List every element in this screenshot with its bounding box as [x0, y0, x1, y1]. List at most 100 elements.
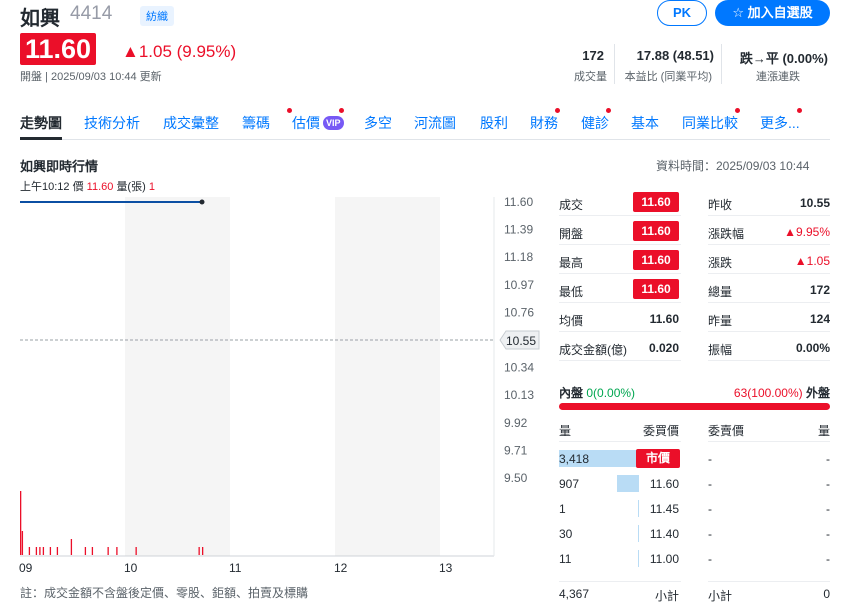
row-divider — [708, 215, 830, 216]
outer-value: 63(100.00%) — [733, 386, 803, 400]
x-tick-label: 11 — [229, 561, 242, 575]
volume-bar — [49, 547, 52, 555]
tab-trend[interactable]: 走勢圖 — [20, 113, 62, 133]
row-divider — [708, 581, 830, 582]
row-divider — [708, 441, 830, 442]
quote-value: 11.60 — [649, 312, 679, 326]
row-divider — [708, 244, 830, 245]
tab-technical[interactable]: 技術分析 — [84, 113, 140, 133]
volume-bar — [84, 547, 87, 555]
row-divider — [559, 215, 681, 216]
quote-value: 172 — [809, 283, 830, 297]
volume-bar — [116, 547, 118, 555]
row-divider — [708, 360, 830, 361]
hour-band — [230, 197, 335, 556]
reference-price-label: 10.55 — [506, 334, 536, 348]
price-latest-point — [199, 199, 205, 205]
quote-label: 漲跌幅 — [708, 227, 745, 241]
x-tick-label: 09 — [19, 561, 33, 575]
y-tick-label: 10.13 — [504, 388, 534, 402]
add-watchlist-button[interactable]: ☆ 加入自選股 — [715, 0, 830, 26]
ask-price: - — [708, 477, 712, 491]
volume-bar — [70, 539, 73, 555]
quote-value: 0.020 — [648, 341, 679, 355]
volume-bar — [39, 547, 41, 555]
outer-volume: 63(100.00%) 外盤 — [734, 384, 830, 401]
row-divider — [559, 302, 681, 303]
industry-badge[interactable]: 紡織 — [140, 6, 174, 26]
hour-band — [335, 197, 440, 556]
volume-bar — [20, 491, 22, 555]
quote-label: 振幅 — [708, 343, 733, 357]
tab-bar: 走勢圖 技術分析 成交彙整 籌碼 估價 VIP 多空 河流圖 股利 財務 健診 基… — [20, 106, 830, 140]
ask-price: - — [708, 527, 712, 541]
pe-label: 本益比 (同業平均) — [624, 71, 712, 83]
volume-bar — [202, 547, 204, 555]
bid-volume: 1 — [559, 502, 566, 516]
quote-label: 漲跌 — [708, 256, 733, 270]
intraday-chart[interactable]: 11.60 11.39 11.18 10.97 10.76 10.34 10.13 9.92 9… — [0, 185, 560, 580]
vip-badge: VIP — [323, 116, 344, 130]
x-tick-label: 10 — [124, 561, 138, 575]
quote-value-badge: 11.60 — [633, 221, 679, 241]
quote-label: 昨收 — [708, 198, 733, 212]
volume-bar — [91, 547, 94, 555]
bid-price: 11.60 — [649, 477, 679, 491]
volume-label: 成交量 — [574, 71, 607, 83]
tab-long-short[interactable]: 多空 — [364, 113, 392, 133]
notification-dot — [555, 108, 560, 113]
row-divider — [559, 441, 681, 442]
chart-title: 如興即時行情 — [20, 159, 99, 174]
y-tick-label: 9.50 — [504, 471, 528, 485]
y-tick-label: 11.60 — [504, 195, 533, 209]
bid-price: 11.00 — [649, 552, 679, 566]
ask-volume: - — [826, 452, 830, 466]
bid-price-header: 委買價 — [642, 424, 679, 438]
volume-bar — [107, 547, 109, 555]
volume-bar — [35, 547, 38, 555]
tab-health[interactable]: 健診 — [581, 113, 609, 133]
row-divider — [559, 331, 681, 332]
tab-basic[interactable]: 基本 — [631, 113, 659, 133]
bid-volume: 3,418 — [559, 452, 590, 466]
x-tick-label: 12 — [334, 561, 348, 575]
tab-dividend[interactable]: 股利 — [480, 113, 508, 133]
volume-value: 172 — [582, 48, 604, 63]
volume-bar — [56, 547, 59, 555]
bid-volume: 11 — [559, 552, 572, 566]
quote-label: 最低 — [559, 285, 584, 299]
tab-river[interactable]: 河流圖 — [414, 113, 456, 133]
quote-label: 成交金額(億) — [559, 343, 627, 357]
notification-dot — [735, 108, 740, 113]
pk-button[interactable]: PK — [657, 0, 707, 26]
ask-total: 0 — [823, 587, 830, 601]
tab-more[interactable]: 更多... — [760, 113, 800, 133]
stock-code: 4414 — [70, 3, 113, 24]
ask-volume: - — [826, 527, 830, 541]
tab-chips[interactable]: 籌碼 — [242, 113, 270, 133]
volume-bar — [21, 531, 24, 555]
tab-valuation[interactable]: 估價 VIP — [292, 113, 344, 133]
data-time: 資料時間：2025/09/03 10:44 — [656, 159, 810, 173]
ask-volume-header: 量 — [817, 424, 830, 438]
quote-value: 0.00% — [795, 341, 830, 355]
bid-volume: 907 — [559, 477, 580, 491]
streak-value: 跌→平 (0.00%) — [739, 51, 828, 66]
bid-volume: 30 — [559, 527, 573, 541]
row-divider — [559, 581, 681, 582]
quote-value-badge: 11.60 — [633, 279, 679, 299]
hour-band — [125, 197, 230, 556]
row-divider — [559, 273, 681, 274]
tab-financial[interactable]: 財務 — [530, 113, 558, 133]
ask-price: - — [708, 452, 712, 466]
tab-valuation-label: 估價 — [292, 115, 320, 131]
ask-subtotal-label: 小計 — [708, 589, 733, 603]
row-divider — [708, 273, 830, 274]
market-price-badge: 市價 — [636, 449, 680, 468]
y-tick-label: 10.97 — [504, 278, 534, 292]
notification-dot — [339, 108, 344, 113]
tab-trades[interactable]: 成交彙整 — [163, 113, 219, 133]
inner-value: 0(0.00%) — [586, 386, 636, 400]
bid-volume-header: 量 — [559, 424, 572, 438]
tab-peer-compare[interactable]: 同業比較 — [682, 113, 738, 133]
